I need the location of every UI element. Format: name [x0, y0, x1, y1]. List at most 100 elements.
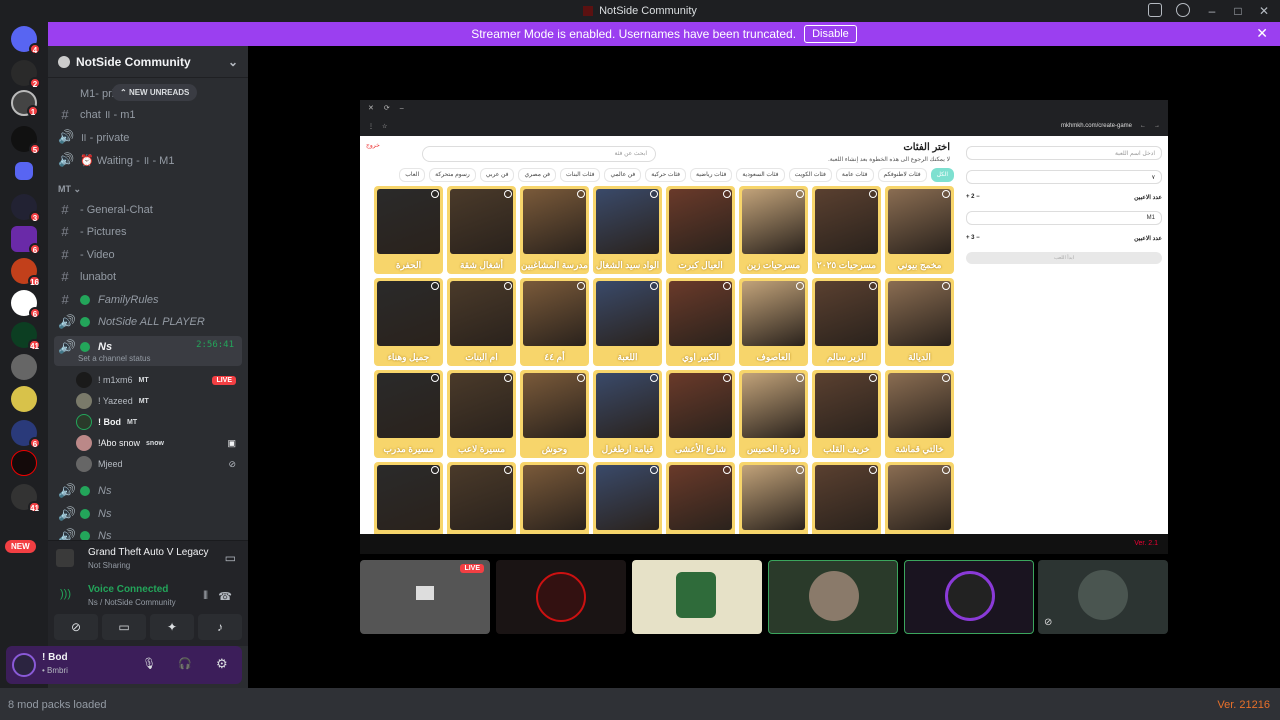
channel-item[interactable]: 🔊 ⏰ Waiting - ॥ - M1	[58, 152, 238, 168]
voice-user[interactable]: ! Yazeed MT	[76, 393, 242, 409]
voice-user[interactable]: ! m1xm6 MT LIVE	[76, 372, 242, 388]
new-unreads-pill[interactable]: ⌃ NEW UNREADS	[112, 84, 198, 101]
soundboard-button[interactable]: ♪	[198, 614, 242, 640]
close-window-icon[interactable]: ✕	[1256, 4, 1272, 18]
participant-tile[interactable]	[904, 560, 1034, 634]
live-badge: LIVE	[460, 564, 484, 573]
category-card: مخمج بيوني	[885, 186, 954, 274]
participant-tile[interactable]	[632, 560, 762, 634]
set-status-link[interactable]: Set a channel status	[78, 354, 151, 363]
card-image	[596, 373, 659, 438]
voice-user[interactable]: !Abo snow snow ▣	[76, 435, 242, 451]
screen-share-button[interactable]: ▭	[102, 614, 146, 640]
hash-icon: #	[61, 202, 69, 217]
close-icon[interactable]: ✕	[1256, 25, 1268, 42]
noise-icon[interactable]: ⦀	[203, 590, 208, 603]
card-label: الديالة	[908, 352, 931, 362]
gear-icon[interactable]: ⚙	[216, 656, 228, 672]
page-subtitle: لا يمكنك الرجوع الى هذه الخطوة بعد إنشاء…	[828, 157, 950, 163]
channel-item[interactable]: 🔊 NotSide ALL PLAYER	[58, 314, 238, 330]
mic-icon[interactable]: 🎙	[142, 657, 156, 670]
category-card: العيال كبرت	[666, 186, 735, 274]
info-icon	[431, 374, 439, 382]
server-icon[interactable]	[11, 386, 37, 412]
help-icon[interactable]	[1176, 3, 1190, 17]
team1-row: + 2 − عدد الاعبين	[966, 194, 1162, 201]
category-card: ام البنات	[447, 278, 516, 366]
info-icon	[431, 466, 439, 474]
count-value: 2	[971, 194, 975, 200]
inbox-icon[interactable]	[1148, 3, 1162, 17]
channel-item[interactable]: # - Video	[58, 247, 238, 262]
voice-user[interactable]: ! Bod MT	[76, 414, 242, 430]
participant-tile[interactable]	[496, 560, 626, 634]
server-icon[interactable]: 6	[11, 226, 41, 255]
activities-button[interactable]: ✦	[150, 614, 194, 640]
active-voice-channel[interactable]: 🔊 Ns 2:56:41 Set a channel status	[54, 336, 242, 366]
category-header[interactable]: MT ⌄	[58, 184, 81, 195]
voice-channel-path[interactable]: Ns / NotSide Community	[88, 598, 176, 607]
voice-channel[interactable]: 🔊 Ns	[58, 506, 238, 522]
camera-off-button[interactable]: ⊘	[54, 614, 98, 640]
minimize-icon[interactable]: –	[1204, 4, 1220, 18]
server-icon[interactable]: 6	[11, 420, 41, 449]
new-pill: NEW	[5, 540, 36, 553]
info-icon	[650, 282, 658, 290]
players-label: عدد الاعبين	[1134, 195, 1162, 201]
card-label: خريف القلب	[823, 444, 870, 454]
server-icon[interactable]	[11, 354, 37, 380]
close-icon: ✕	[368, 105, 374, 112]
maximize-icon[interactable]: □	[1230, 4, 1246, 18]
category-card: الكبير اوي	[666, 278, 735, 366]
participant-tile[interactable]	[768, 560, 898, 634]
folder-icon[interactable]	[15, 162, 33, 180]
channel-item[interactable]: # - Pictures	[58, 224, 238, 239]
team-name-field: M1	[966, 211, 1162, 225]
speaker-icon: 🔊	[58, 339, 75, 354]
voice-status[interactable]: Voice Connected	[88, 584, 168, 595]
channel-item[interactable]: # - General-Chat	[58, 202, 238, 217]
participant-tile[interactable]: ⊘	[1038, 560, 1168, 634]
server-icon[interactable]: 41	[11, 484, 41, 513]
speaker-icon: 🔊	[58, 506, 75, 521]
headphones-icon[interactable]: 🎧	[178, 657, 192, 670]
card-label: قيامة ارطغرل	[601, 444, 654, 454]
voice-user[interactable]: Mjeed ⊘	[76, 456, 242, 472]
disconnect-icon[interactable]: ☎	[218, 590, 232, 603]
server-icon[interactable]: 41	[11, 322, 41, 351]
card-image	[742, 189, 805, 254]
channel-item[interactable]: # lunabot	[58, 269, 238, 284]
server-icon[interactable]	[11, 450, 37, 476]
card-label: الزير سالم	[826, 352, 867, 362]
stream-video[interactable]: ✕ ⟳ – ⋮ ☆ mkhmkh.com/create-game ← → خروج ابحث…	[360, 100, 1168, 554]
card-label: مسرحيات زين	[746, 260, 801, 270]
category-tab: فئات عامة	[835, 168, 874, 182]
card-image	[523, 373, 586, 438]
channel-item[interactable]: # FamilyRules	[58, 292, 238, 307]
avatar[interactable]	[12, 653, 36, 677]
server-icon[interactable]: 5	[11, 126, 41, 155]
channel-item[interactable]: # chat ॥ - m1	[58, 107, 238, 122]
card-label: مسرحيات ٢٠٢٥	[816, 260, 877, 270]
server-icon[interactable]: 6	[11, 290, 41, 319]
hash-icon: #	[61, 247, 69, 262]
exit-link: خروج	[366, 143, 380, 149]
server-icon[interactable]: 16	[11, 258, 41, 287]
reload-icon: ⟳	[383, 105, 390, 112]
server-header[interactable]: NotSide Community ⌄	[48, 46, 248, 78]
card-image	[815, 465, 878, 530]
channel-item[interactable]: 🔊 ॥ - private	[58, 129, 238, 145]
disable-button[interactable]: Disable	[804, 25, 857, 43]
server-icon[interactable]: 3	[11, 194, 41, 223]
server-icon[interactable]: 1	[11, 90, 39, 117]
home-icon[interactable]: 4	[11, 26, 41, 55]
info-icon	[796, 374, 804, 382]
window-title: NotSide Community	[583, 5, 697, 17]
info-icon	[723, 374, 731, 382]
screen-share-icon[interactable]: ▭	[225, 551, 236, 565]
stream-thumbnail[interactable]: LIVE	[360, 560, 490, 634]
server-icon[interactable]: 2	[11, 60, 41, 89]
card-image	[377, 373, 440, 438]
voice-channel[interactable]: 🔊 Ns	[58, 483, 238, 499]
category-search: ابحث عن فئة	[422, 146, 656, 162]
